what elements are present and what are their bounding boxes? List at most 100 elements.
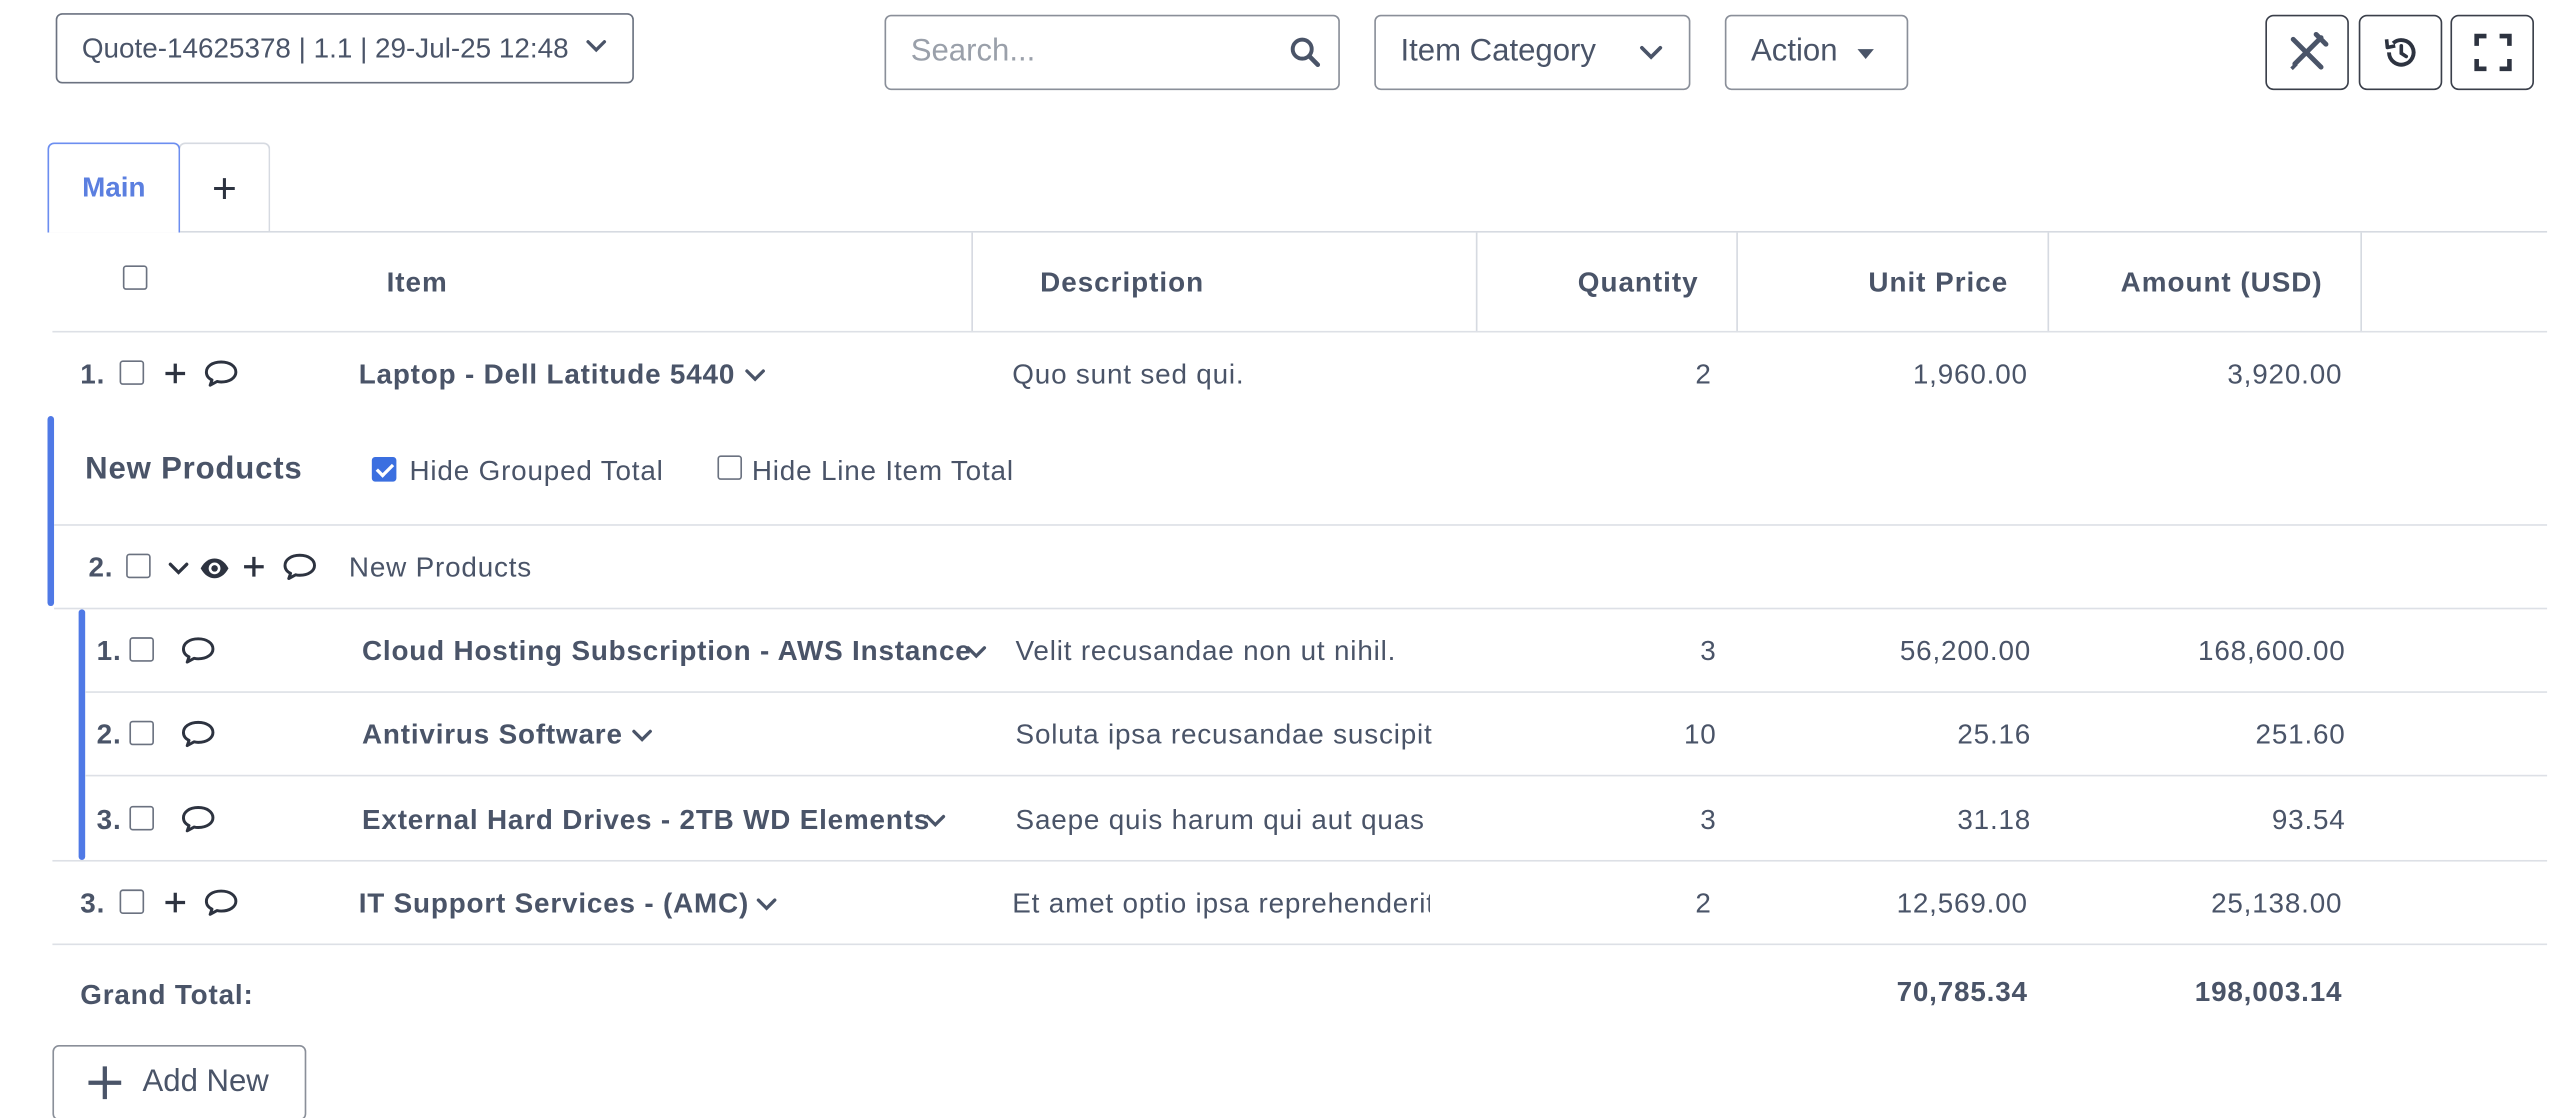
- add-tab-button[interactable]: +: [178, 142, 271, 233]
- fullscreen-icon: [2473, 33, 2511, 72]
- row-checkbox[interactable]: [129, 720, 154, 746]
- column-divider: [1736, 232, 1738, 333]
- row-checkbox[interactable]: [119, 889, 145, 915]
- item-name[interactable]: Cloud Hosting Subscription - AWS Instanc…: [362, 636, 972, 669]
- grand-total-unit-price: 70,785.34: [1896, 976, 2028, 1008]
- group-checkbox[interactable]: [126, 553, 151, 579]
- column-header-description[interactable]: Description: [1040, 233, 1204, 333]
- item-quantity[interactable]: 10: [1553, 719, 1717, 752]
- item-quantity[interactable]: 2: [1548, 359, 1712, 392]
- chevron-down-icon[interactable]: [922, 808, 948, 834]
- column-divider: [2047, 232, 2050, 333]
- chevron-down-icon[interactable]: [165, 555, 191, 581]
- search-icon[interactable]: [1289, 36, 1322, 69]
- item-unit-price[interactable]: 31.18: [1772, 804, 2031, 837]
- item-name[interactable]: External Hard Drives - 2TB WD Elements: [362, 804, 930, 837]
- row-checkbox[interactable]: [129, 637, 154, 662]
- group-name[interactable]: New Products: [349, 552, 532, 585]
- row-divider: [52, 943, 2548, 946]
- row-index: 3.: [96, 804, 122, 836]
- action-label: Action: [1751, 34, 1838, 69]
- row-checkbox[interactable]: [129, 805, 154, 831]
- hide-line-item-total-checkbox[interactable]: [717, 455, 743, 480]
- hide-grouped-total-label[interactable]: Hide Grouped Total: [410, 455, 664, 488]
- comment-icon[interactable]: [203, 888, 239, 917]
- item-unit-price[interactable]: 12,569.00: [1769, 888, 2028, 921]
- group-index: 2.: [88, 552, 114, 584]
- item-unit-price[interactable]: 25.16: [1772, 719, 2031, 752]
- quote-line-items-editor: Quote-14625378 | 1.1 | 29-Jul-25 12:48 I…: [0, 0, 2567, 1118]
- plus-icon[interactable]: [162, 360, 188, 386]
- row-divider: [54, 607, 2548, 610]
- column-divider: [971, 232, 973, 333]
- comment-icon[interactable]: [203, 359, 239, 388]
- item-amount: 168,600.00: [2198, 635, 2346, 667]
- chevron-down-icon[interactable]: [963, 639, 989, 665]
- row-index: 3.: [80, 887, 106, 919]
- item-quantity[interactable]: 2: [1548, 888, 1712, 921]
- column-header-amount[interactable]: Amount (USD): [2064, 233, 2323, 333]
- search-input[interactable]: [910, 34, 1272, 71]
- row-divider: [85, 774, 2548, 777]
- add-new-button[interactable]: Add New: [52, 1045, 307, 1118]
- item-description[interactable]: Et amet optio ipsa reprehenderit: [1012, 888, 1430, 921]
- comment-icon[interactable]: [180, 719, 216, 748]
- item-category-select[interactable]: Item Category: [1374, 14, 1691, 91]
- plus-icon[interactable]: [241, 554, 267, 580]
- item-quantity[interactable]: 3: [1553, 804, 1717, 837]
- quote-version-label: Quote-14625378 | 1.1 | 29-Jul-25 12:48: [81, 31, 569, 64]
- column-divider: [1475, 232, 1478, 333]
- tab-main[interactable]: Main: [47, 142, 181, 233]
- item-description[interactable]: Saepe quis harum qui aut quas: [1016, 804, 1434, 837]
- row-checkbox[interactable]: [119, 360, 145, 385]
- comment-icon[interactable]: [282, 552, 318, 581]
- chevron-down-icon: [586, 40, 607, 53]
- comment-icon[interactable]: [180, 636, 216, 665]
- chevron-down-icon: [1640, 45, 1663, 60]
- hide-line-item-total-label[interactable]: Hide Line Item Total: [752, 455, 1014, 488]
- item-amount: 251.60: [2255, 719, 2346, 751]
- group-items-indicator-bar: [78, 609, 86, 860]
- tools-button[interactable]: [2265, 14, 2349, 91]
- fullscreen-button[interactable]: [2450, 14, 2534, 91]
- item-description[interactable]: Quo sunt sed qui.: [1012, 359, 1430, 392]
- group-indicator-bar: [47, 416, 55, 607]
- eye-icon[interactable]: [198, 554, 231, 583]
- item-amount: 25,138.00: [2211, 887, 2343, 919]
- chevron-down-icon[interactable]: [742, 362, 768, 388]
- column-header-quantity[interactable]: Quantity: [1507, 233, 1699, 333]
- row-divider: [85, 691, 2548, 693]
- quote-version-select[interactable]: Quote-14625378 | 1.1 | 29-Jul-25 12:48: [55, 13, 634, 84]
- row-index: 1.: [80, 358, 106, 390]
- item-name[interactable]: IT Support Services - (AMC): [359, 888, 749, 921]
- item-amount: 3,920.00: [2227, 358, 2343, 390]
- item-quantity[interactable]: 3: [1553, 636, 1717, 669]
- hide-grouped-total-checkbox[interactable]: [371, 457, 397, 482]
- history-button[interactable]: [2358, 14, 2443, 91]
- item-name[interactable]: Antivirus Software: [362, 719, 623, 752]
- grand-total-amount: 198,003.14: [2194, 976, 2343, 1008]
- item-name[interactable]: Laptop - Dell Latitude 5440: [359, 359, 735, 392]
- column-header-item[interactable]: Item: [387, 233, 448, 333]
- row-divider: [52, 859, 2548, 862]
- column-header-unit-price[interactable]: Unit Price: [1753, 233, 2009, 333]
- comment-icon[interactable]: [180, 804, 216, 833]
- action-dropdown-button[interactable]: Action: [1724, 14, 1909, 91]
- row-index: 1.: [96, 635, 122, 667]
- plus-icon: [88, 1066, 122, 1100]
- item-description[interactable]: Velit recusandae non ut nihil.: [1016, 636, 1434, 669]
- item-unit-price[interactable]: 1,960.00: [1769, 359, 2028, 392]
- tools-icon: [2289, 31, 2328, 71]
- plus-icon[interactable]: [162, 889, 188, 915]
- grand-total-label: Grand Total:: [80, 979, 254, 1011]
- chevron-down-icon[interactable]: [629, 722, 655, 748]
- add-new-label: Add New: [142, 1064, 269, 1100]
- row-index: 2.: [96, 719, 122, 751]
- chevron-down-icon[interactable]: [753, 891, 779, 917]
- select-all-checkbox[interactable]: [122, 265, 148, 290]
- caret-down-icon: [1857, 49, 1874, 59]
- item-description[interactable]: Soluta ipsa recusandae suscipit: [1016, 719, 1434, 752]
- header-divider: [52, 330, 2548, 333]
- item-unit-price[interactable]: 56,200.00: [1772, 636, 2031, 669]
- search-box: [884, 14, 1340, 91]
